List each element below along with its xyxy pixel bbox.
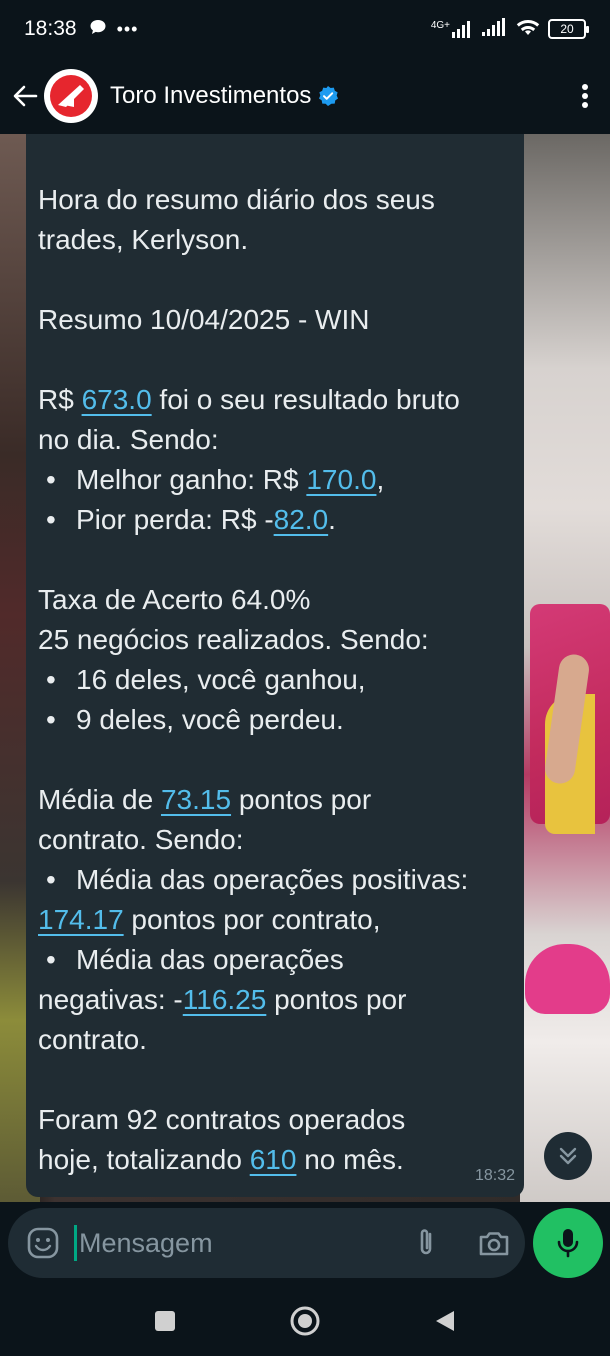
message-timestamp: 18:32 — [474, 1167, 515, 1184]
back-button[interactable] — [10, 76, 40, 116]
greeting-line-1: Hora do resumo diário dos seus — [38, 184, 435, 215]
summary-title: Resumo 10/04/2025 - WIN — [38, 304, 370, 335]
contracts-line: Foram 92 contratos operados — [38, 1104, 406, 1135]
status-time: 18:38 — [24, 17, 77, 40]
greeting-line-2: trades, Kerlyson. — [38, 224, 249, 255]
gross-result-line: R$ 673.0 foi o seu resultado bruto — [38, 384, 460, 415]
double-chevron-down-icon — [559, 1147, 577, 1165]
avg-negative-item: • Média das operações — [46, 944, 344, 975]
avg-negative-line-3: contrato. — [38, 1024, 147, 1055]
contact-avatar[interactable] — [44, 69, 98, 123]
best-gain-item: • Melhor ganho: R$ 170.0, — [46, 464, 385, 495]
square-icon — [155, 1311, 175, 1331]
avg-negative-link[interactable]: 116.25 — [183, 984, 267, 1015]
contracts-total-link[interactable]: 610 — [250, 1144, 297, 1175]
worst-loss-link[interactable]: 82.0 — [274, 504, 329, 535]
average-line-2: contrato. Sendo: — [38, 824, 244, 855]
network-type: 4G+ — [430, 20, 450, 31]
battery-level: 20 — [560, 22, 574, 36]
circle-icon — [290, 1306, 320, 1336]
worst-loss-item: • Pior perda: R$ -82.0. — [46, 504, 336, 535]
message-text: Hora do resumo diário dos seus trades, K… — [38, 180, 512, 1180]
more-notifications-icon: ••• — [116, 18, 139, 39]
scroll-to-bottom-button[interactable] — [544, 1132, 592, 1180]
average-line: Média de 73.15 pontos por — [38, 784, 372, 815]
cellular-signal-icon: 4G+ — [431, 20, 474, 38]
won-item: • 16 deles, você ganhou, — [46, 664, 366, 695]
message-notification-icon — [89, 18, 107, 41]
trades-count-line: 25 negócios realizados. Sendo: — [38, 624, 429, 655]
recents-button[interactable] — [145, 1301, 185, 1341]
avg-negative-value-line: negativas: -116.25 pontos por — [38, 984, 407, 1015]
hit-rate-line: Taxa de Acerto 64.0% — [38, 584, 311, 615]
message-composer — [8, 1208, 525, 1278]
message-input[interactable] — [79, 1227, 399, 1259]
composer-bar — [0, 1202, 610, 1286]
contact-name[interactable]: Toro Investimentos — [110, 82, 311, 110]
avg-positive-link[interactable]: 174.17 — [38, 904, 124, 935]
cellular-signal-2-icon — [482, 17, 508, 41]
gross-result-line-2: no dia. Sendo: — [38, 424, 219, 455]
contracts-total-line: hoje, totalizando 610 no mês. — [38, 1144, 404, 1175]
gross-result-link[interactable]: 673.0 — [82, 384, 152, 415]
camera-icon[interactable] — [477, 1226, 511, 1260]
verified-badge-icon — [319, 86, 339, 106]
toro-logo-icon — [50, 75, 92, 117]
chat-header: Toro Investimentos — [0, 58, 610, 134]
wifi-icon — [516, 18, 540, 41]
wallpaper-pink-toy — [525, 944, 610, 1014]
status-bar: 18:38 ••• 4G+ 20 — [0, 0, 610, 58]
avg-positive-item: • Média das operações positivas: — [46, 864, 469, 895]
more-options-button[interactable] — [570, 76, 600, 116]
back-nav-button[interactable] — [425, 1301, 465, 1341]
avg-positive-value-line: 174.17 pontos por contrato, — [38, 904, 381, 935]
average-link[interactable]: 73.15 — [161, 784, 231, 815]
lost-item: • 9 deles, você perdeu. — [46, 704, 344, 735]
home-button[interactable] — [285, 1301, 325, 1341]
battery-icon: 20 — [548, 19, 589, 39]
triangle-back-icon — [436, 1311, 454, 1331]
text-cursor — [74, 1225, 77, 1261]
more-vertical-icon — [582, 84, 588, 108]
voice-message-button[interactable] — [533, 1208, 603, 1278]
emoji-sticker-icon[interactable] — [26, 1226, 60, 1260]
status-indicators: 4G+ 20 — [431, 17, 589, 41]
microphone-icon — [557, 1229, 579, 1258]
best-gain-link[interactable]: 170.0 — [306, 464, 376, 495]
message-bubble[interactable]: Hora do resumo diário dos seus trades, K… — [26, 134, 524, 1197]
system-navigation-bar — [0, 1286, 610, 1356]
paperclip-icon[interactable] — [409, 1226, 443, 1260]
arrow-left-icon — [13, 85, 38, 107]
